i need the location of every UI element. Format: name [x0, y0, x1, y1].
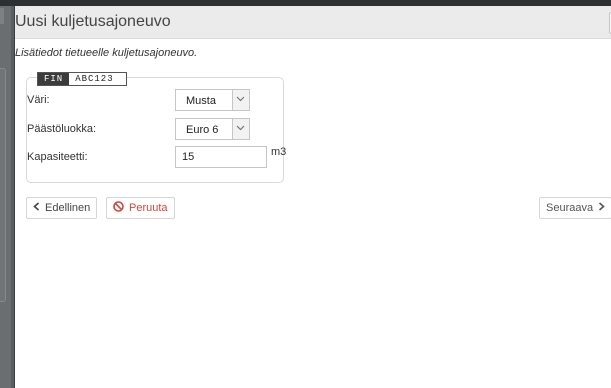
color-row: Väri: Musta: [27, 89, 283, 113]
next-button-label: Seuraava: [546, 202, 594, 214]
color-label: Väri:: [27, 94, 50, 106]
capacity-input[interactable]: [182, 148, 262, 166]
license-plate: FIN ABC123: [37, 72, 127, 86]
previous-button[interactable]: Edellinen: [26, 197, 98, 219]
plate-number: ABC123: [75, 74, 114, 84]
capacity-unit: m3: [271, 146, 287, 158]
emission-class-row: Päästöluokka: Euro 6: [27, 118, 283, 142]
next-button[interactable]: Seuraava: [539, 197, 611, 219]
dialog-intro-text: Lisätiedot tietueelle kuljetusajoneuvo.: [15, 47, 198, 59]
background-panel-box: [0, 68, 6, 302]
chevron-down-icon[interactable]: [232, 119, 249, 139]
cancel-button-label: Peruuta: [129, 202, 168, 214]
dialog-header: Uusi kuljetusajoneuvo: [15, 6, 611, 39]
vehicle-dialog: Uusi kuljetusajoneuvo Lisätiedot tietuee…: [14, 6, 611, 388]
background-panel-tab: [0, 8, 4, 24]
previous-button-label: Edellinen: [45, 202, 91, 214]
emission-class-label: Päästöluokka:: [27, 123, 97, 135]
capacity-row: Kapasiteetti: m3: [27, 146, 287, 170]
color-select-value: Musta: [186, 95, 216, 107]
background-side-panel: [0, 6, 11, 388]
emission-class-select[interactable]: Euro 6: [175, 118, 250, 140]
chevron-left-icon: [33, 202, 40, 214]
emission-class-select-value: Euro 6: [186, 124, 219, 136]
chevron-right-icon: [598, 202, 605, 214]
ban-icon: [113, 201, 124, 215]
plate-country-code: FIN: [38, 73, 70, 85]
capacity-label: Kapasiteetti:: [27, 151, 88, 163]
cancel-button[interactable]: Peruuta: [106, 197, 175, 219]
dialog-title: Uusi kuljetusajoneuvo: [15, 13, 171, 30]
capacity-field[interactable]: [175, 146, 267, 168]
color-select[interactable]: Musta: [175, 89, 250, 111]
vehicle-details-panel: FIN ABC123 Väri: Musta Päästöluokka: Eur…: [26, 72, 287, 183]
chevron-down-icon[interactable]: [232, 90, 249, 110]
